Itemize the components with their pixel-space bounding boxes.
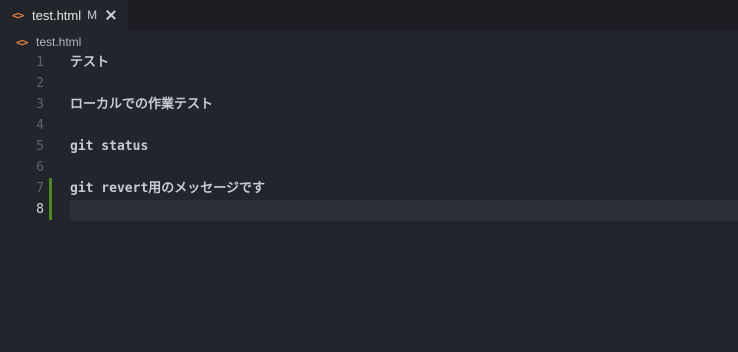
editor-line[interactable]: 3 ローカルでの作業テスト xyxy=(0,94,738,115)
editor-line[interactable]: 7 git revert用のメッセージです xyxy=(0,178,738,199)
modified-badge: M xyxy=(87,8,98,22)
tab-test-html[interactable]: <> test.html M xyxy=(0,0,128,30)
line-number: 1 xyxy=(36,55,44,70)
tab-bar: <> test.html M xyxy=(0,0,738,30)
code-icon: <> xyxy=(16,35,28,49)
editor-line-active[interactable]: 8 xyxy=(0,199,738,220)
line-number: 3 xyxy=(36,97,44,112)
line-number: 8 xyxy=(36,202,44,217)
line-text: git status xyxy=(70,139,149,154)
editor-line[interactable]: 5 git status xyxy=(0,136,738,157)
editor-line[interactable]: 2 xyxy=(0,73,738,94)
breadcrumb-item-test-html[interactable]: test.html xyxy=(36,35,81,49)
git-added-marker[interactable] xyxy=(49,178,52,199)
code-editor[interactable]: 1 テスト 2 3 ローカルでの作業テスト 4 5 git status 6 7… xyxy=(0,52,738,352)
line-number: 2 xyxy=(36,76,44,91)
editor-line[interactable]: 1 テスト xyxy=(0,52,738,73)
tab-label: test.html xyxy=(32,7,82,23)
line-number: 7 xyxy=(36,181,44,196)
line-number: 5 xyxy=(36,139,44,154)
code-icon: <> xyxy=(12,8,24,22)
editor-line[interactable]: 4 xyxy=(0,115,738,136)
line-text: ローカルでの作業テスト xyxy=(70,97,214,112)
line-text: テスト xyxy=(70,55,110,70)
close-icon[interactable] xyxy=(105,9,117,21)
breadcrumb: <> test.html xyxy=(0,30,738,54)
line-text: git revert用のメッセージです xyxy=(70,181,266,196)
line-number: 6 xyxy=(36,160,44,175)
line-number: 4 xyxy=(36,118,44,133)
editor-line[interactable]: 6 xyxy=(0,157,738,178)
git-added-marker[interactable] xyxy=(49,199,52,220)
